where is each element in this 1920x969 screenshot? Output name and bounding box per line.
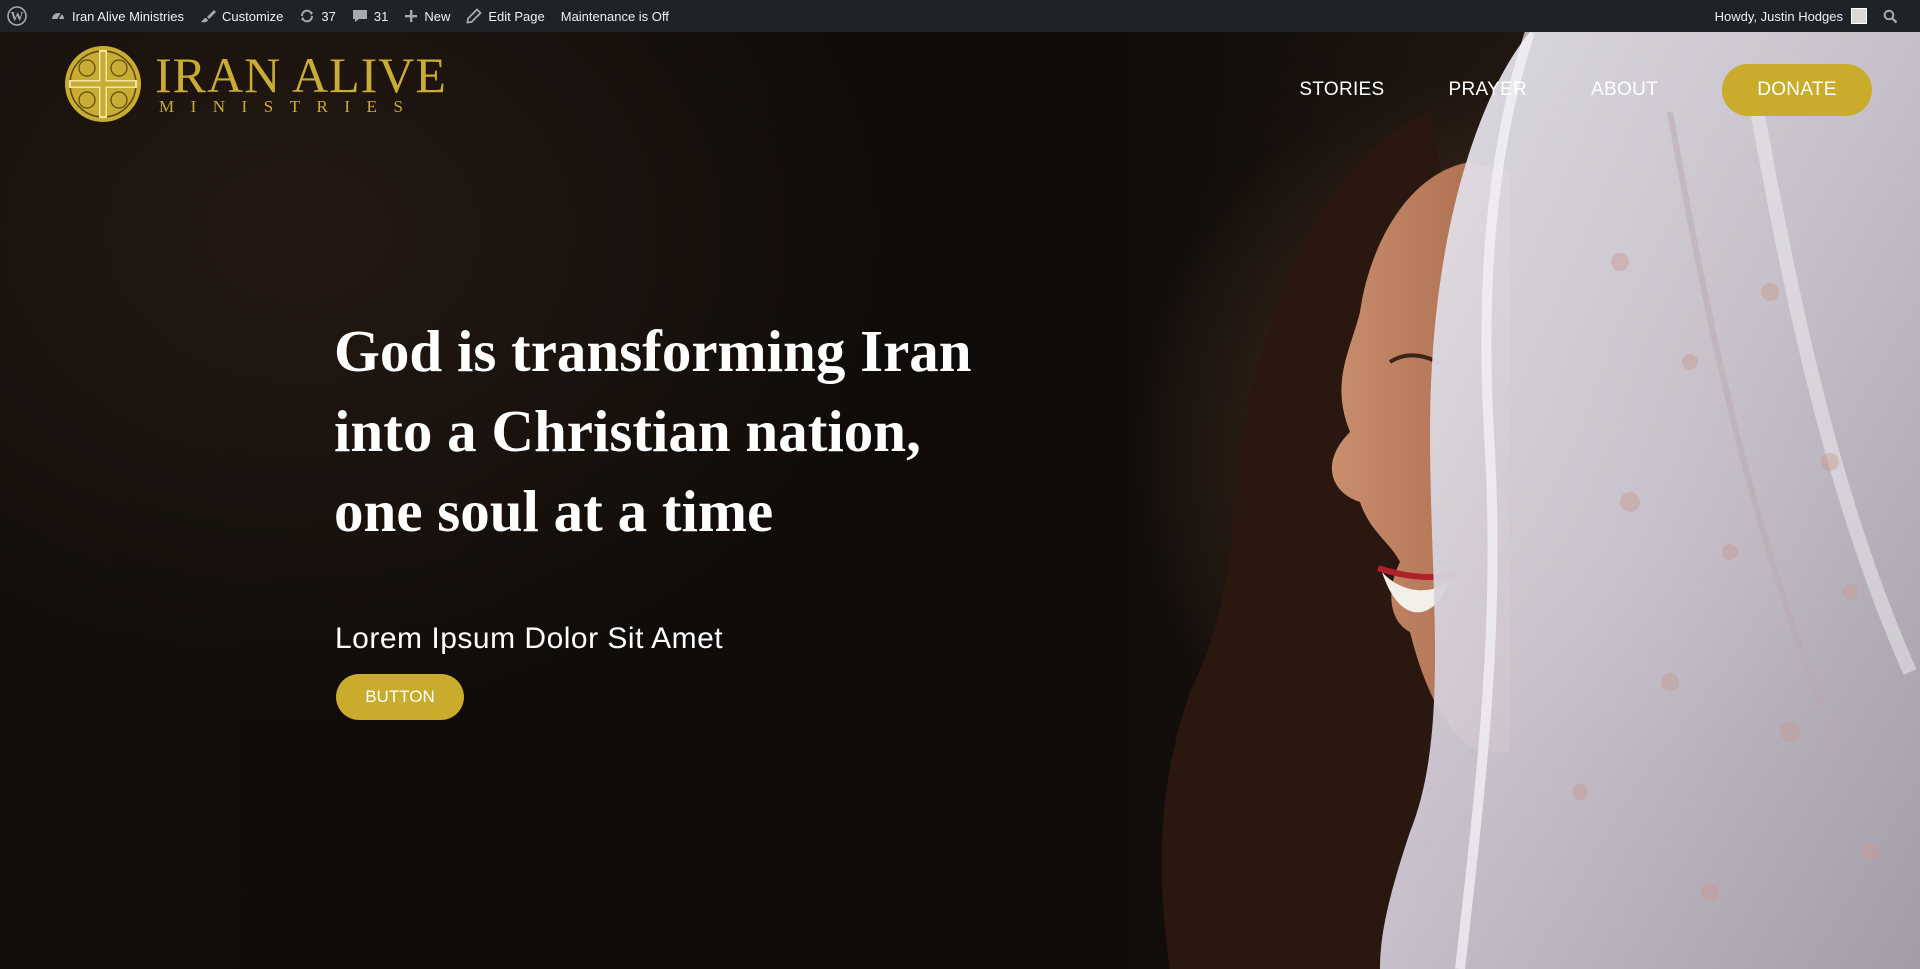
hero-subheading: Lorem Ipsum Dolor Sit Amet <box>335 622 724 655</box>
pencil-icon <box>466 8 483 24</box>
headline-line-1: God is transforming Iran <box>334 318 972 384</box>
site-logo[interactable]: IRAN ALIVE MINISTRIES <box>63 44 447 124</box>
logo-subtitle: MINISTRIES <box>159 97 420 116</box>
headline-line-3: one soul at a time <box>334 478 774 544</box>
howdy-label: Howdy, Justin Hodges <box>1714 8 1843 24</box>
updates-icon <box>301 9 314 23</box>
new-content-link[interactable]: New <box>396 0 458 32</box>
hero-section: IRAN ALIVE MINISTRIES STORIES PRAYER ABO… <box>0 32 1920 969</box>
edit-page-label: Edit Page <box>488 8 545 24</box>
site-name-label: Iran Alive Ministries <box>72 8 184 24</box>
new-label: New <box>424 8 451 24</box>
updates-count: 37 <box>321 8 336 24</box>
nav-stories[interactable]: STORIES <box>1299 79 1384 101</box>
comments-count: 31 <box>373 8 389 24</box>
comments-link[interactable]: 31 <box>344 0 396 32</box>
site-name-link[interactable]: Iran Alive Ministries <box>42 0 192 32</box>
customize-link[interactable]: Customize <box>192 0 291 32</box>
edit-page-link[interactable]: Edit Page <box>458 0 552 32</box>
maintenance-status[interactable]: Maintenance is Off <box>553 0 677 32</box>
main-nav: STORIES PRAYER ABOUT DONATE <box>1299 64 1872 116</box>
admin-search-button[interactable] <box>1875 0 1912 32</box>
nav-about[interactable]: ABOUT <box>1591 79 1658 101</box>
my-account-menu[interactable]: Howdy, Justin Hodges <box>1707 0 1875 32</box>
updates-link[interactable]: 37 <box>291 0 343 32</box>
ornate-cross-emblem-icon <box>65 46 141 122</box>
avatar <box>1851 8 1867 24</box>
wordpress-logo-icon: W <box>7 6 27 26</box>
admin-bar: W Iran Alive Ministries Customize 37 31 … <box>0 0 1920 32</box>
brush-icon <box>200 10 216 23</box>
headline-line-2: into a Christian nation, <box>334 398 921 464</box>
logo-title: IRAN ALIVE <box>155 47 447 103</box>
svg-text:W: W <box>11 9 24 24</box>
hero-headline: God is transforming Iran into a Christia… <box>334 311 1054 551</box>
customize-label: Customize <box>221 8 284 24</box>
wordpress-menu[interactable]: W <box>0 0 42 32</box>
nav-prayer[interactable]: PRAYER <box>1449 79 1528 101</box>
hero-cta-button[interactable]: BUTTON <box>336 674 464 720</box>
dashboard-icon <box>52 13 64 20</box>
search-icon <box>1883 9 1898 23</box>
hero-photo <box>1150 32 1920 969</box>
donate-button[interactable]: DONATE <box>1722 64 1872 116</box>
plus-icon <box>405 10 418 22</box>
maintenance-label: Maintenance is Off <box>560 8 669 24</box>
comment-icon <box>352 10 367 22</box>
